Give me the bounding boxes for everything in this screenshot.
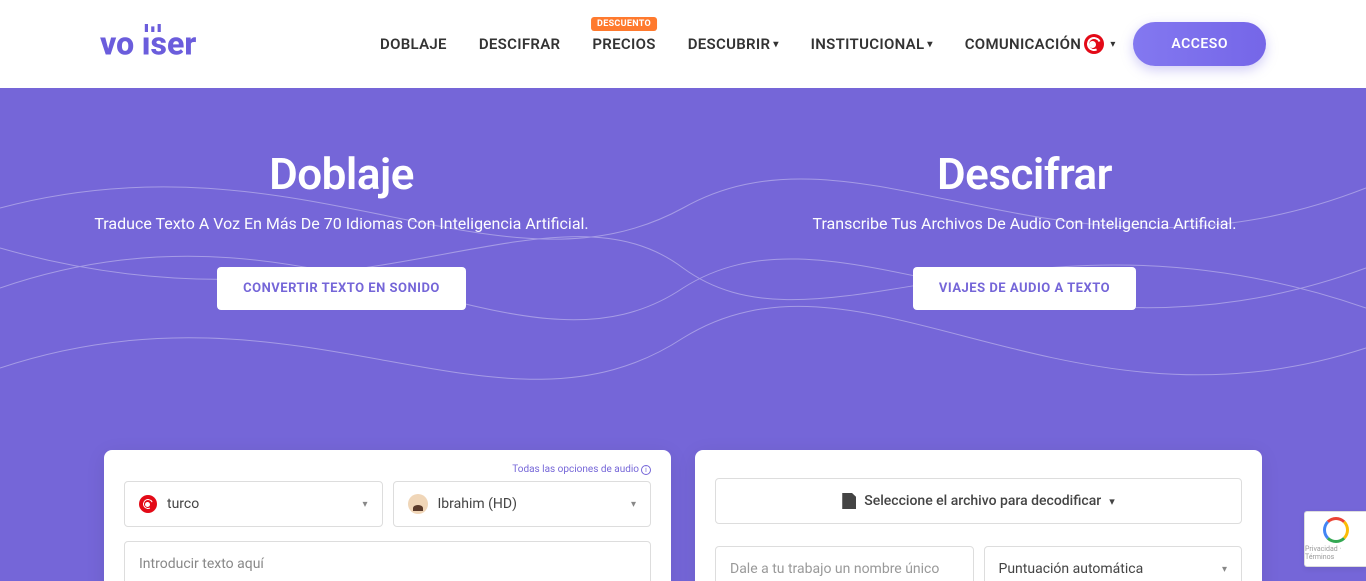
info-icon: i <box>641 465 651 475</box>
nav-precios[interactable]: DESCUENTO PRECIOS <box>592 35 655 53</box>
file-select-button[interactable]: Seleccione el archivo para decodificar ▾ <box>715 478 1242 524</box>
hero-doblaje: Doblaje Traduce Texto A Voz En Más De 70… <box>0 148 683 310</box>
chevron-down-icon: ▾ <box>362 499 367 510</box>
chevron-down-icon: ▾ <box>927 39 932 50</box>
access-button[interactable]: ACCESO <box>1133 22 1266 66</box>
audio-to-text-button[interactable]: VIAJES DE AUDIO A TEXTO <box>913 267 1136 310</box>
turkey-flag-icon <box>1084 34 1104 54</box>
discount-badge: DESCUENTO <box>591 17 657 31</box>
recaptcha-text: Privacidad · Términos <box>1305 545 1366 561</box>
tts-panel: Todas las opciones de audio i turco ▾ Ib… <box>104 450 671 581</box>
transcribe-panel: Seleccione el archivo para decodificar ▾… <box>695 450 1262 581</box>
voice-value: Ibrahim (HD) <box>438 496 517 512</box>
main-nav: DOBLAJE DESCIFRAR DESCUENTO PRECIOS DESC… <box>380 35 1081 53</box>
punctuation-value: Puntuación automática <box>999 561 1144 577</box>
chevron-down-icon: ▾ <box>773 39 778 50</box>
chevron-down-icon: ▾ <box>1110 39 1115 50</box>
chevron-down-icon: ▾ <box>1222 564 1227 575</box>
svg-text:ıser: ıser <box>142 24 197 62</box>
nav-institucional[interactable]: INSTITUCIONAL▾ <box>811 35 933 53</box>
doblaje-subtitle: Traduce Texto A Voz En Más De 70 Idiomas… <box>40 214 643 233</box>
chevron-down-icon: ▾ <box>1109 495 1115 508</box>
file-upload-icon <box>842 493 856 509</box>
hero-descifrar: Descifrar Transcribe Tus Archivos De Aud… <box>683 148 1366 310</box>
chevron-down-icon: ▾ <box>631 499 636 510</box>
convert-text-button[interactable]: CONVERTIR TEXTO EN SONIDO <box>217 267 466 310</box>
recaptcha-icon <box>1323 517 1349 543</box>
descifrar-subtitle: Transcribe Tus Archivos De Audio Con Int… <box>723 214 1326 233</box>
nav-institucional-label: INSTITUCIONAL <box>811 35 925 53</box>
nav-descubrir[interactable]: DESCUBRIR▾ <box>688 35 779 53</box>
logo[interactable]: vo ıser <box>100 24 260 64</box>
nav-comunicacion[interactable]: COMUNICACIÓN <box>965 35 1081 53</box>
all-options-label: Todas las opciones de audio <box>512 464 639 475</box>
punctuation-select[interactable]: Puntuación automática ▾ <box>984 546 1243 581</box>
recaptcha-badge: Privacidad · Términos <box>1304 511 1366 567</box>
turkey-flag-icon <box>139 495 157 513</box>
nav-doblaje[interactable]: DOBLAJE <box>380 35 447 53</box>
language-select[interactable]: turco ▾ <box>124 481 383 527</box>
svg-text:vo: vo <box>100 24 134 62</box>
language-value: turco <box>167 496 199 512</box>
all-audio-options-link[interactable]: Todas las opciones de audio i <box>124 464 651 475</box>
file-select-label: Seleccione el archivo para decodificar <box>864 493 1101 509</box>
language-selector[interactable]: ▾ <box>1084 34 1115 54</box>
nav-precios-label: PRECIOS <box>592 35 655 53</box>
header-right: ▾ ACCESO <box>1084 22 1266 66</box>
avatar-icon <box>408 494 428 514</box>
descifrar-title: Descifrar <box>723 148 1326 200</box>
doblaje-title: Doblaje <box>40 148 643 200</box>
nav-descubrir-label: DESCUBRIR <box>688 35 771 53</box>
text-input[interactable] <box>124 541 651 581</box>
voice-select[interactable]: Ibrahim (HD) ▾ <box>393 481 652 527</box>
nav-descifrar[interactable]: DESCIFRAR <box>479 35 561 53</box>
site-header: vo ıser DOBLAJE DESCIFRAR DESCUENTO PREC… <box>0 0 1366 88</box>
hero-section: Doblaje Traduce Texto A Voz En Más De 70… <box>0 88 1366 581</box>
job-name-input[interactable] <box>715 546 974 581</box>
